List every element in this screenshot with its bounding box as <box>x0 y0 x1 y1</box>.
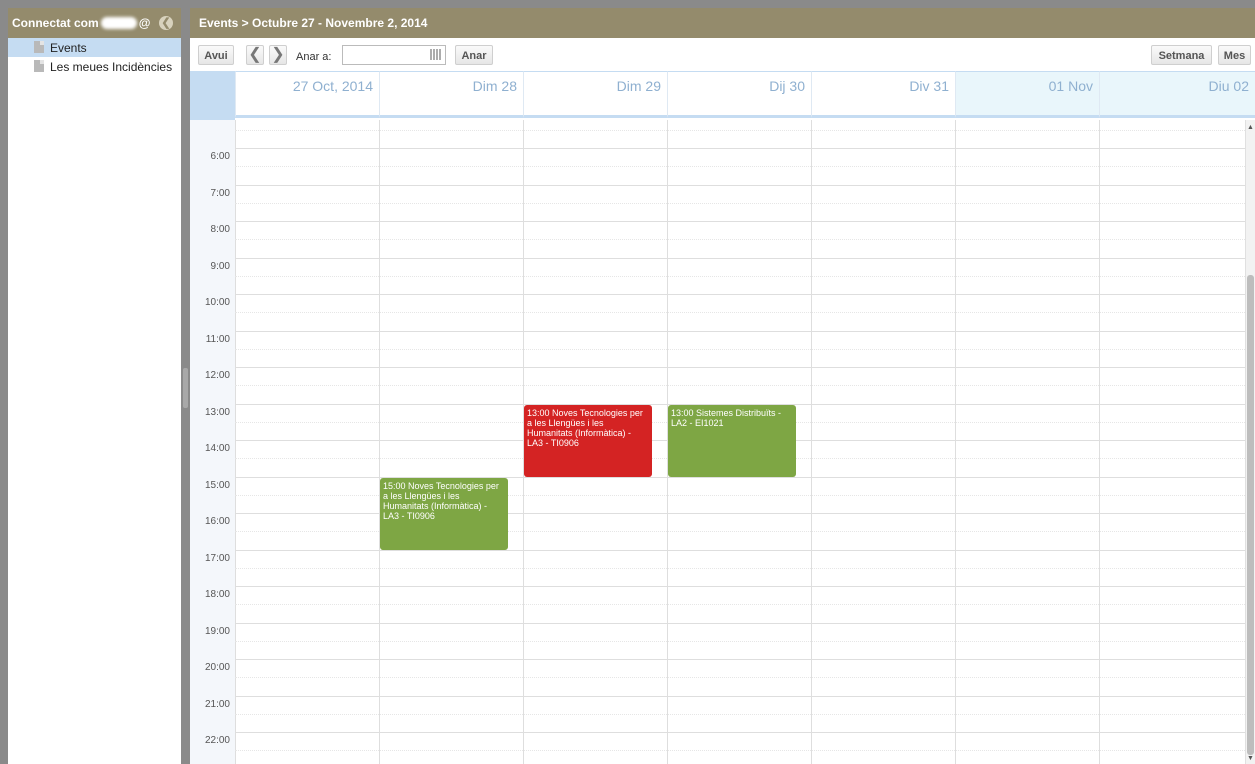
calendar-event[interactable]: 13:00 Noves Tecnologies per a les Llengü… <box>524 404 652 477</box>
panel-splitter[interactable] <box>181 8 190 764</box>
hour-label: 6:00 <box>210 151 230 162</box>
calendar-event[interactable]: 15:00 Noves Tecnologies per a les Llengü… <box>380 477 508 550</box>
hour-line <box>235 184 1245 186</box>
half-hour-line <box>235 750 1245 752</box>
hour-label: 7:00 <box>210 187 230 199</box>
hour-line <box>235 622 1245 624</box>
next-week-button[interactable]: ❯ <box>269 45 287 65</box>
hour-label: 13:00 <box>204 406 230 418</box>
day-header[interactable]: Dij 30 <box>667 71 811 118</box>
collapse-panel-icon[interactable]: ❮ <box>159 16 173 30</box>
hour-line <box>235 294 1245 295</box>
hour-label: 12:00 <box>204 370 230 381</box>
header-gutter <box>190 71 235 120</box>
nav-item[interactable]: Les meues Incidències <box>8 57 181 76</box>
calendar-grid[interactable]: 6:00 7:00 8:00 9:00 10:00 11:00 12:00 13:00 14:0… <box>190 120 1245 764</box>
scroll-up-icon[interactable]: ▲ <box>1247 124 1254 131</box>
goto-button[interactable]: Anar <box>455 45 493 65</box>
hour-line <box>235 257 1245 259</box>
half-hour-line <box>235 202 1245 204</box>
half-hour-line <box>235 713 1245 715</box>
goto-label: Anar a: <box>296 51 332 63</box>
nav-item-label: Les meues Incidències <box>50 59 173 74</box>
hour-line <box>235 549 1245 551</box>
calendar-scrollbar[interactable]: ▲ ▼ <box>1245 120 1255 764</box>
half-hour-line <box>235 166 1245 168</box>
hour-line <box>235 732 1245 733</box>
user-header-prefix: Connectat com <box>12 16 99 30</box>
hour-label: 21:00 <box>204 698 230 710</box>
hour-label: 15:00 <box>204 479 230 491</box>
hour-label: 18:00 <box>204 589 230 600</box>
half-hour-line <box>235 275 1245 277</box>
user-header-suffix: @ <box>138 16 151 30</box>
day-column[interactable] <box>1099 120 1243 764</box>
day-column[interactable] <box>379 120 523 764</box>
document-icon <box>34 41 44 53</box>
nav-item-label: Events <box>50 40 87 55</box>
day-header[interactable]: Dim 28 <box>379 71 523 118</box>
day-column[interactable] <box>955 120 1099 764</box>
hour-line <box>235 659 1245 660</box>
day-column[interactable] <box>811 120 955 764</box>
day-header[interactable]: 01 Nov <box>955 71 1099 118</box>
hour-label: 11:00 <box>205 333 230 345</box>
day-header[interactable]: Dim 29 <box>523 71 667 118</box>
hour-label: 16:00 <box>204 516 230 527</box>
hour-label: 14:00 <box>204 443 230 454</box>
hour-line <box>235 330 1245 332</box>
day-header[interactable]: Div 31 <box>811 71 955 118</box>
month-view-button[interactable]: Mes <box>1218 45 1251 65</box>
day-header[interactable]: Diu 02 <box>1099 71 1255 118</box>
today-button[interactable]: Avui <box>198 45 234 65</box>
nav-item[interactable]: Events <box>8 38 181 57</box>
calendar-event[interactable]: 13:00 Sistemes Distribuïts - LA2 - EI102… <box>668 404 796 477</box>
half-hour-line <box>235 640 1245 642</box>
calendar-day-headers: 27 Oct, 2014 Dim 28 Dim 29 Dij 30 Div 31 01 N… <box>190 71 1255 120</box>
splitter-grip[interactable] <box>183 368 188 408</box>
hour-label: 19:00 <box>204 625 230 637</box>
hour-label: 20:00 <box>204 662 230 673</box>
nav-list: Events Les meues Incidències <box>8 38 181 76</box>
hour-label: 9:00 <box>210 260 230 272</box>
hour-label: 22:00 <box>204 735 230 746</box>
hour-label: 10:00 <box>204 297 230 308</box>
left-panel: Connectat com @ ❮ Events Les meues Incidè… <box>8 8 181 764</box>
half-hour-line <box>235 312 1245 314</box>
hour-label: 17:00 <box>204 552 230 564</box>
half-hour-line <box>235 604 1245 606</box>
hour-line <box>235 367 1245 368</box>
hour-label: 8:00 <box>210 224 230 235</box>
hour-line <box>235 221 1245 222</box>
prev-week-button[interactable]: ❮ <box>246 45 264 65</box>
document-icon <box>34 60 44 72</box>
half-hour-line <box>235 129 1245 131</box>
user-header: Connectat com @ ❮ <box>8 8 181 38</box>
hour-line <box>235 586 1245 587</box>
hour-line <box>235 148 1245 149</box>
scroll-down-icon[interactable]: ▼ <box>1247 755 1254 762</box>
calendar-toolbar: Avui ❮ ❯ Anar a: Anar Setmana Mes <box>190 38 1255 71</box>
half-hour-line <box>235 239 1245 241</box>
day-header[interactable]: 27 Oct, 2014 <box>235 71 379 118</box>
half-hour-line <box>235 677 1245 679</box>
app-window: Connectat com @ ❮ Events Les meues Incidè… <box>8 8 1255 764</box>
right-panel: Events > Octubre 27 - Novembre 2, 2014 A… <box>190 8 1255 764</box>
scroll-thumb[interactable] <box>1247 275 1254 755</box>
half-hour-line <box>235 348 1245 350</box>
half-hour-line <box>235 567 1245 569</box>
redacted-username <box>100 17 137 29</box>
breadcrumb: Events > Octubre 27 - Novembre 2, 2014 <box>190 8 1255 38</box>
half-hour-line <box>235 385 1245 387</box>
week-view-button[interactable]: Setmana <box>1151 45 1212 65</box>
day-column[interactable] <box>235 120 379 764</box>
calendar-picker-icon[interactable] <box>430 49 442 60</box>
hour-line <box>235 695 1245 697</box>
